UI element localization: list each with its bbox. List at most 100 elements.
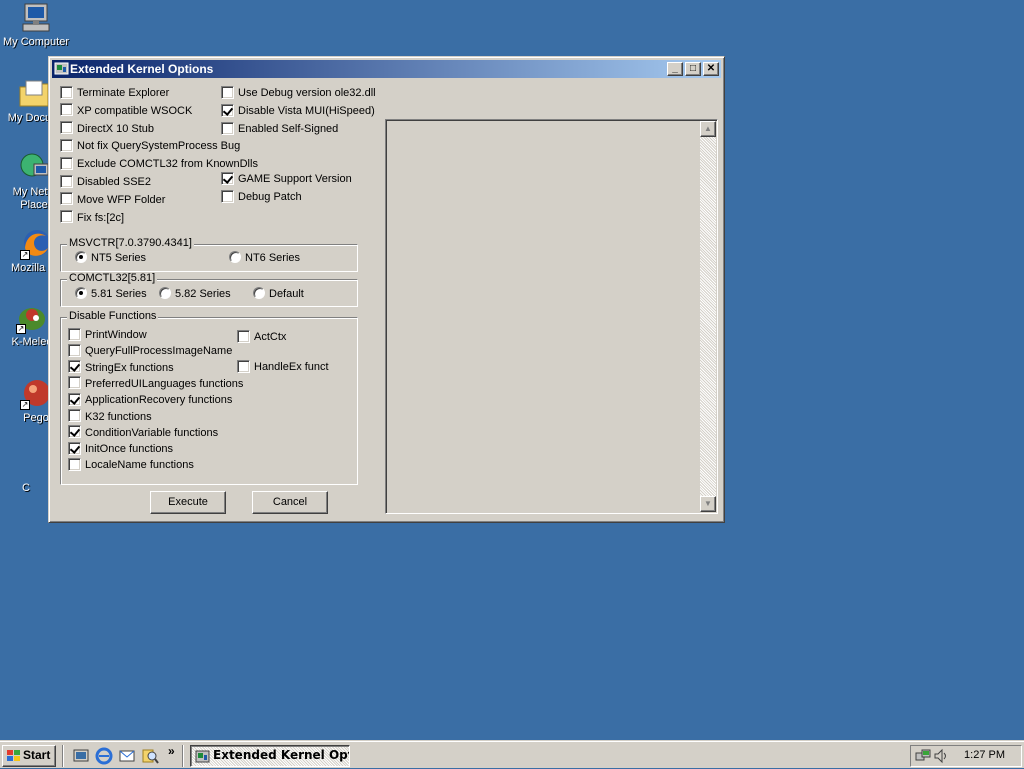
app-icon: [54, 61, 69, 76]
comctl32-group: COMCTL32[5.81] 5.81 Series 5.82 Series D…: [60, 272, 358, 307]
radio-label: NT5 Series: [91, 252, 147, 264]
checkbox-indicator: [68, 441, 81, 455]
checkbox-label: PrintWindow: [85, 329, 147, 341]
start-button[interactable]: Start: [2, 745, 56, 767]
checkbox-label: Use Debug version ole32.dll: [238, 87, 376, 99]
output-list-pane[interactable]: ▲ ▼: [385, 119, 718, 514]
checkbox-debug-patch[interactable]: Debug Patch: [221, 189, 302, 205]
close-button[interactable]: ✕: [703, 62, 719, 76]
network-icon: [18, 152, 50, 184]
checkbox-preferreduilanguages-functions[interactable]: PreferredUILanguages functions: [68, 376, 243, 392]
disable-functions-label: Disable Functions: [67, 310, 159, 322]
checkbox-move-wfp-folder[interactable]: Move WFP Folder: [60, 192, 166, 208]
radio-label: 5.81 Series: [91, 288, 147, 300]
maximize-icon: □: [689, 63, 697, 74]
task-label: Extended Kernel Optio...: [213, 748, 349, 762]
checkbox-handleex-funct[interactable]: HandleEx funct: [237, 359, 329, 375]
windows-logo-icon: [6, 749, 21, 763]
minimize-button[interactable]: _: [667, 62, 683, 76]
execute-button[interactable]: Execute: [150, 491, 226, 514]
checkbox-label: InitOnce functions: [85, 443, 174, 456]
checkbox-indicator: [60, 85, 73, 99]
radio-nt5-series[interactable]: NT5 Series: [75, 251, 147, 266]
checkbox-printwindow[interactable]: PrintWindow: [68, 327, 147, 343]
checkbox-indicator: [68, 376, 81, 390]
checkbox-label: QueryFullProcessImageName: [85, 345, 233, 358]
volume-tray-icon[interactable]: [933, 748, 949, 767]
checkbox-label: ApplicationRecovery functions: [85, 394, 233, 407]
radio-label: NT6 Series: [245, 252, 301, 264]
window-title: Extended Kernel Options: [70, 62, 214, 76]
checkbox-use-debug-version-ole32-dll[interactable]: Use Debug version ole32.dll: [221, 85, 376, 101]
desktop-icon-my-computer[interactable]: My Computer: [0, 2, 74, 49]
network-tray-icon[interactable]: [915, 748, 931, 767]
checkbox-directx-10-stub[interactable]: DirectX 10 Stub: [60, 121, 154, 137]
checkbox-indicator: [221, 121, 234, 135]
title-bar[interactable]: Extended Kernel Options _ □ ✕: [52, 60, 721, 78]
shortcut-arrow-icon: ↗: [20, 400, 30, 410]
clock[interactable]: 1:27 PM: [964, 749, 1005, 761]
checkbox-terminate-explorer[interactable]: Terminate Explorer: [60, 85, 170, 101]
desktop-icon-partial[interactable]: C: [6, 482, 46, 495]
show-desktop-icon[interactable]: [72, 747, 90, 765]
kmeleon-icon: ↗: [16, 302, 48, 334]
search-icon[interactable]: [141, 747, 159, 765]
checkbox-label: Move WFP Folder: [77, 193, 166, 206]
checkbox-indicator: [237, 329, 250, 343]
radio-label: Default: [269, 288, 304, 300]
radio-nt6-series[interactable]: NT6 Series: [229, 251, 301, 266]
radio-indicator: [253, 287, 265, 300]
checkbox-indicator: [68, 327, 81, 341]
checkbox-disabled-sse2[interactable]: Disabled SSE2: [60, 174, 151, 190]
checkbox-indicator: [221, 85, 234, 99]
outlook-express-icon[interactable]: [118, 747, 136, 765]
scroll-down-button[interactable]: ▼: [700, 496, 716, 512]
maximize-button[interactable]: □: [685, 62, 701, 76]
checkbox-indicator: [221, 103, 234, 117]
checkbox-indicator: [60, 192, 73, 206]
radio-582-series[interactable]: 5.82 Series: [159, 287, 231, 302]
checkbox-label: Disabled SSE2: [77, 176, 151, 188]
internet-explorer-icon[interactable]: [95, 747, 113, 765]
radio-default[interactable]: Default: [253, 287, 304, 302]
radio-581-series[interactable]: 5.81 Series: [75, 287, 147, 302]
checkbox-xp-compatible-wsock[interactable]: XP compatible WSOCK: [60, 103, 192, 119]
checkbox-actctx[interactable]: ActCtx: [237, 329, 286, 345]
checkbox-enabled-self-signed[interactable]: Enabled Self-Signed: [221, 121, 338, 137]
checkbox-indicator: [68, 360, 81, 374]
checkbox-k32-functions[interactable]: K32 functions: [68, 409, 152, 425]
checkbox-indicator: [237, 359, 250, 373]
checkbox-label: Terminate Explorer: [77, 87, 170, 99]
checkbox-exclude-comctl32-from-knowndlls[interactable]: Exclude COMCTL32 from KnownDlls: [60, 156, 258, 172]
checkbox-label: Debug Patch: [238, 191, 302, 203]
taskbar-separator: [62, 745, 64, 767]
checkbox-queryfullprocessimagename[interactable]: QueryFullProcessImageName: [68, 343, 233, 359]
checkbox-indicator: [68, 425, 81, 439]
taskbar-item-extended-kernel-options[interactable]: Extended Kernel Optio...: [190, 745, 350, 767]
vertical-scrollbar[interactable]: ▲ ▼: [700, 121, 716, 512]
checkbox-indicator: [60, 138, 73, 152]
checkbox-not-fix-querysystemprocess-bug[interactable]: Not fix QuerySystemProcess Bug: [60, 138, 240, 154]
comctl32-group-label: COMCTL32[5.81]: [67, 272, 158, 284]
system-tray: 1:27 PM: [910, 745, 1022, 767]
checkbox-localename-functions[interactable]: LocaleName functions: [68, 457, 194, 473]
checkbox-fix-fs-2c[interactable]: Fix fs:[2c]: [60, 210, 124, 226]
checkbox-conditionvariable-functions[interactable]: ConditionVariable functions: [68, 425, 218, 441]
quick-launch-more[interactable]: »: [168, 744, 175, 758]
checkbox-disable-vista-mui-hispeed[interactable]: Disable Vista MUI(HiSpeed): [221, 103, 375, 119]
checkbox-label: StringEx functions: [85, 361, 174, 374]
minimize-icon: _: [672, 63, 678, 74]
cancel-button[interactable]: Cancel: [252, 491, 328, 514]
checkbox-label: Exclude COMCTL32 from KnownDlls: [77, 158, 258, 171]
checkbox-initonce-functions[interactable]: InitOnce functions: [68, 441, 174, 457]
checkbox-game-support-version[interactable]: GAME Support Version: [221, 171, 352, 187]
checkbox-applicationrecovery-functions[interactable]: ApplicationRecovery functions: [68, 392, 233, 408]
checkbox-indicator: [60, 210, 73, 224]
scroll-up-button[interactable]: ▲: [700, 121, 716, 137]
radio-indicator: [75, 251, 87, 264]
close-icon: ✕: [706, 63, 716, 74]
checkbox-indicator: [68, 457, 81, 471]
my-computer-icon: [20, 2, 52, 34]
checkbox-indicator: [60, 156, 73, 170]
checkbox-stringex-functions[interactable]: StringEx functions: [68, 360, 174, 376]
